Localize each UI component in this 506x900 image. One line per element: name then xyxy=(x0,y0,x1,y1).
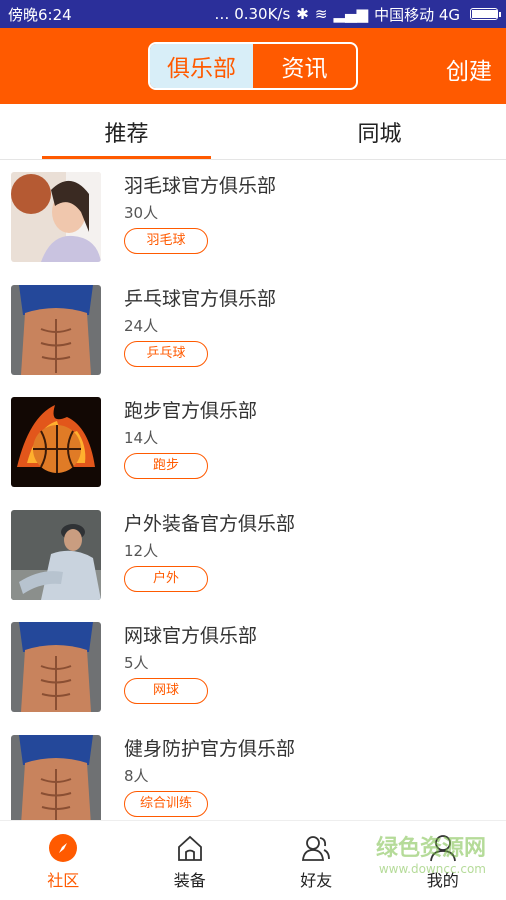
category-tag[interactable]: 跑步 xyxy=(124,453,208,479)
club-title: 户外装备官方俱乐部 xyxy=(124,512,296,535)
member-count: 30人 xyxy=(124,204,159,222)
club-item[interactable]: 跑步官方俱乐部 14人 跑步 xyxy=(0,385,506,498)
flaming-basketball-photo xyxy=(11,397,101,487)
bottom-nav: 社区 装备 好友 我的 xyxy=(0,820,506,900)
club-title: 乒乓球官方俱乐部 xyxy=(124,287,277,310)
abs-athlete-photo xyxy=(11,284,101,375)
club-item[interactable]: 网球官方俱乐部 5人 网球 xyxy=(0,610,506,723)
create-button[interactable]: 创建 xyxy=(446,52,492,86)
club-item[interactable]: 户外装备官方俱乐部 12人 户外 xyxy=(0,498,506,611)
club-title: 羽毛球官方俱乐部 xyxy=(124,175,277,197)
carrier-label: 中国移动 4G xyxy=(374,5,460,24)
member-count: 14人 xyxy=(124,429,159,447)
club-item[interactable]: 健身防护官方俱乐部 8人 综合训练 xyxy=(0,723,506,820)
tab-recommended[interactable]: 推荐 xyxy=(0,104,253,159)
member-count: 12人 xyxy=(124,541,159,560)
abs-athlete-photo xyxy=(11,734,101,820)
bluetooth-icon: ✱ xyxy=(296,5,309,23)
category-tag[interactable]: 户外 xyxy=(124,565,208,592)
friends-icon xyxy=(302,836,331,861)
category-tag[interactable]: 羽毛球 xyxy=(124,228,208,254)
club-list: 羽毛球官方俱乐部 30人 羽毛球 乒乓球官方俱乐部 24人 乒乓球 跑步官方俱乐… xyxy=(0,160,506,820)
nav-label: 社区 xyxy=(47,871,80,890)
club-item[interactable]: 乒乓球官方俱乐部 24人 乒乓球 xyxy=(0,273,506,386)
tab-same-city[interactable]: 同城 xyxy=(253,104,506,159)
category-tag[interactable]: 综合训练 xyxy=(124,790,208,817)
nav-label: 装备 xyxy=(173,871,206,890)
home-icon xyxy=(177,835,202,861)
member-count: 5人 xyxy=(124,654,149,672)
status-bar: 傍晚6:24 … 0.30K/s ✱ ≋ ▂▄▆ 中国移动 4G xyxy=(0,0,506,28)
status-time: 傍晚6:24 xyxy=(8,5,72,24)
profile-icon xyxy=(429,835,456,862)
member-count: 8人 xyxy=(124,766,149,785)
badminton-player-photo xyxy=(11,172,101,262)
segment-control: 俱乐部 资讯 xyxy=(148,42,358,90)
category-tag[interactable]: 网球 xyxy=(124,678,208,704)
club-item[interactable]: 羽毛球官方俱乐部 30人 羽毛球 xyxy=(0,160,506,273)
club-title: 跑步官方俱乐部 xyxy=(124,400,258,422)
signal-icon: ▂▄▆ xyxy=(333,5,369,23)
app-header: 俱乐部 资讯 创建 xyxy=(0,28,506,104)
tab-club[interactable]: 俱乐部 xyxy=(150,44,253,88)
sub-tabs: 推荐 同城 xyxy=(0,104,506,160)
abs-athlete-photo xyxy=(11,622,101,712)
club-title: 健身防护官方俱乐部 xyxy=(124,737,296,760)
category-tag[interactable]: 乒乓球 xyxy=(124,340,208,367)
network-speed: … 0.30K/s xyxy=(214,5,291,23)
wifi-icon: ≋ xyxy=(314,5,328,23)
battery-icon xyxy=(470,8,501,20)
club-title: 网球官方俱乐部 xyxy=(124,625,258,647)
nav-label: 我的 xyxy=(426,871,459,890)
nav-profile[interactable]: 我的 xyxy=(380,821,506,900)
compass-icon xyxy=(49,834,78,862)
nav-friends[interactable]: 好友 xyxy=(253,821,380,900)
nav-label: 好友 xyxy=(300,871,333,890)
nav-equipment[interactable]: 装备 xyxy=(127,821,254,900)
nav-community[interactable]: 社区 xyxy=(0,821,127,900)
tab-news[interactable]: 资讯 xyxy=(253,44,356,88)
outdoor-man-photo xyxy=(11,509,101,600)
member-count: 24人 xyxy=(124,316,159,335)
